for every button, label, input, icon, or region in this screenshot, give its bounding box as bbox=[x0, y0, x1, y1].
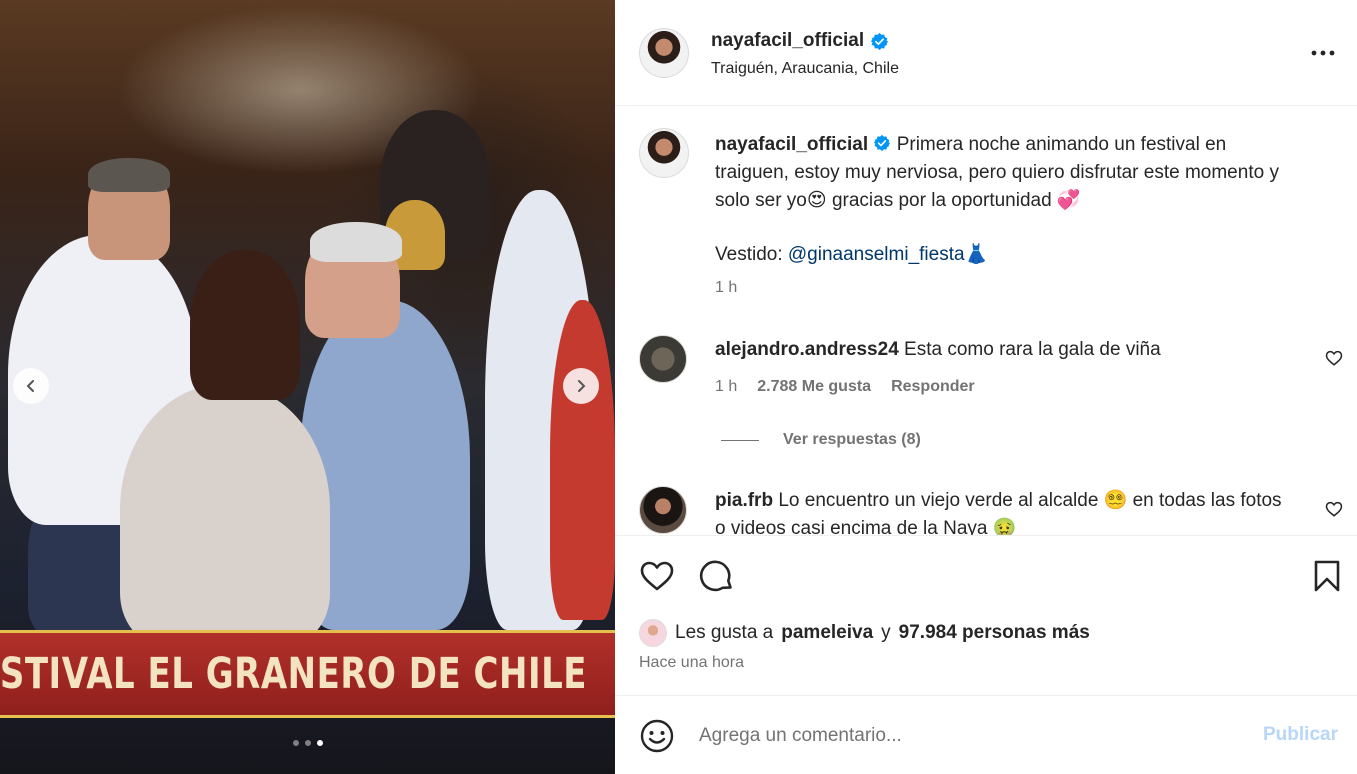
verified-badge-icon bbox=[874, 134, 891, 152]
heart-icon[interactable] bbox=[639, 558, 675, 594]
post-side-panel: nayafacil_official Traiguén, Araucania, … bbox=[615, 0, 1357, 774]
liker-avatar[interactable] bbox=[639, 619, 667, 647]
comment-meta: 1 h 2.788 Me gusta Responder bbox=[715, 378, 975, 396]
comment-username[interactable]: pia.frb bbox=[715, 490, 773, 511]
comment-body: alejandro.andress24 Esta como rara la ga… bbox=[715, 336, 1295, 364]
caption-avatar[interactable] bbox=[639, 128, 689, 178]
carousel-dot bbox=[292, 740, 299, 746]
comment-text: Esta como rara la gala de viña bbox=[904, 339, 1161, 360]
liker-username[interactable]: pameleiva bbox=[781, 622, 873, 644]
caption-credit-label: Vestido: bbox=[715, 244, 783, 265]
comment-avatar[interactable] bbox=[639, 335, 687, 383]
view-replies-label: Ver respuestas (8) bbox=[783, 431, 921, 448]
likes-summary: Les gusta a pameleiva y 97.984 personas … bbox=[639, 619, 1090, 647]
comment-like-icon[interactable] bbox=[1325, 500, 1343, 518]
carousel-dot bbox=[304, 740, 311, 746]
photo-woman-hair bbox=[190, 250, 300, 400]
media-banner: OMIENZA EL FESTIVAL EL GRANERO DE CHILE bbox=[0, 630, 615, 718]
post-location[interactable]: Traiguén, Araucania, Chile bbox=[711, 60, 899, 78]
caption: nayafacil_official Primera noche animand… bbox=[715, 131, 1295, 215]
carousel-prev-button[interactable] bbox=[13, 368, 49, 404]
chevron-right-icon bbox=[578, 380, 586, 392]
add-comment-bar: Publicar bbox=[615, 695, 1357, 774]
photo-man-hair bbox=[310, 222, 402, 262]
caption-mention-link[interactable]: @ginaanselmi_fiesta bbox=[788, 244, 965, 265]
caption-username[interactable]: nayafacil_official bbox=[715, 134, 868, 155]
likes-prefix: Les gusta a bbox=[675, 622, 774, 643]
comment-like-icon[interactable] bbox=[1325, 349, 1343, 367]
dress-emoji: 👗 bbox=[964, 244, 989, 265]
carousel-dot-active bbox=[316, 740, 323, 746]
post-actions: Les gusta a pameleiva y 97.984 personas … bbox=[615, 535, 1357, 695]
comment-reply-button[interactable]: Responder bbox=[891, 378, 975, 396]
comment-time[interactable]: 1 h bbox=[715, 378, 737, 396]
post-header: nayafacil_official Traiguén, Araucania, … bbox=[615, 0, 1357, 106]
photo-person-red-jacket bbox=[550, 300, 615, 620]
comment-likes-count[interactable]: 2.788 Me gusta bbox=[757, 378, 871, 396]
comment-icon[interactable] bbox=[699, 558, 735, 594]
author-username-row: nayafacil_official bbox=[711, 30, 889, 52]
carousel-indicator bbox=[0, 740, 615, 746]
more-options-icon[interactable] bbox=[1309, 40, 1337, 66]
view-replies-button[interactable]: Ver respuestas (8) bbox=[721, 431, 921, 449]
author-username[interactable]: nayafacil_official bbox=[711, 30, 864, 52]
emoji-icon[interactable] bbox=[639, 718, 675, 754]
comment-body: pia.frb Lo encuentro un viejo verde al a… bbox=[715, 487, 1295, 535]
bookmark-icon[interactable] bbox=[1309, 558, 1345, 594]
post-timestamp[interactable]: Hace una hora bbox=[639, 654, 744, 672]
post-media[interactable]: OMIENZA EL FESTIVAL EL GRANERO DE CHILE bbox=[0, 0, 615, 774]
comments-section[interactable]: nayafacil_official Primera noche animand… bbox=[615, 107, 1357, 535]
chevron-left-icon bbox=[26, 380, 34, 392]
author-avatar[interactable] bbox=[639, 28, 689, 78]
photo-person-left-hair bbox=[88, 158, 170, 192]
likes-count[interactable]: 97.984 personas más bbox=[899, 622, 1090, 644]
likes-conjunction: y bbox=[881, 622, 891, 643]
carousel-next-button[interactable] bbox=[563, 368, 599, 404]
caption-credit: Vestido: @ginaanselmi_fiesta👗 bbox=[715, 241, 988, 269]
verified-badge-icon bbox=[871, 32, 889, 50]
comment-input[interactable] bbox=[699, 720, 1239, 752]
replies-divider bbox=[721, 439, 759, 441]
comment-username[interactable]: alejandro.andress24 bbox=[715, 339, 899, 360]
caption-time[interactable]: 1 h bbox=[715, 279, 737, 297]
comment-text: Lo encuentro un viejo verde al alcalde 😵… bbox=[715, 490, 1282, 535]
photo-woman-dress bbox=[120, 385, 330, 645]
comment-avatar[interactable] bbox=[639, 486, 687, 534]
banner-text: OMIENZA EL FESTIVAL EL GRANERO DE CHILE bbox=[0, 649, 587, 699]
publish-button[interactable]: Publicar bbox=[1263, 724, 1338, 746]
